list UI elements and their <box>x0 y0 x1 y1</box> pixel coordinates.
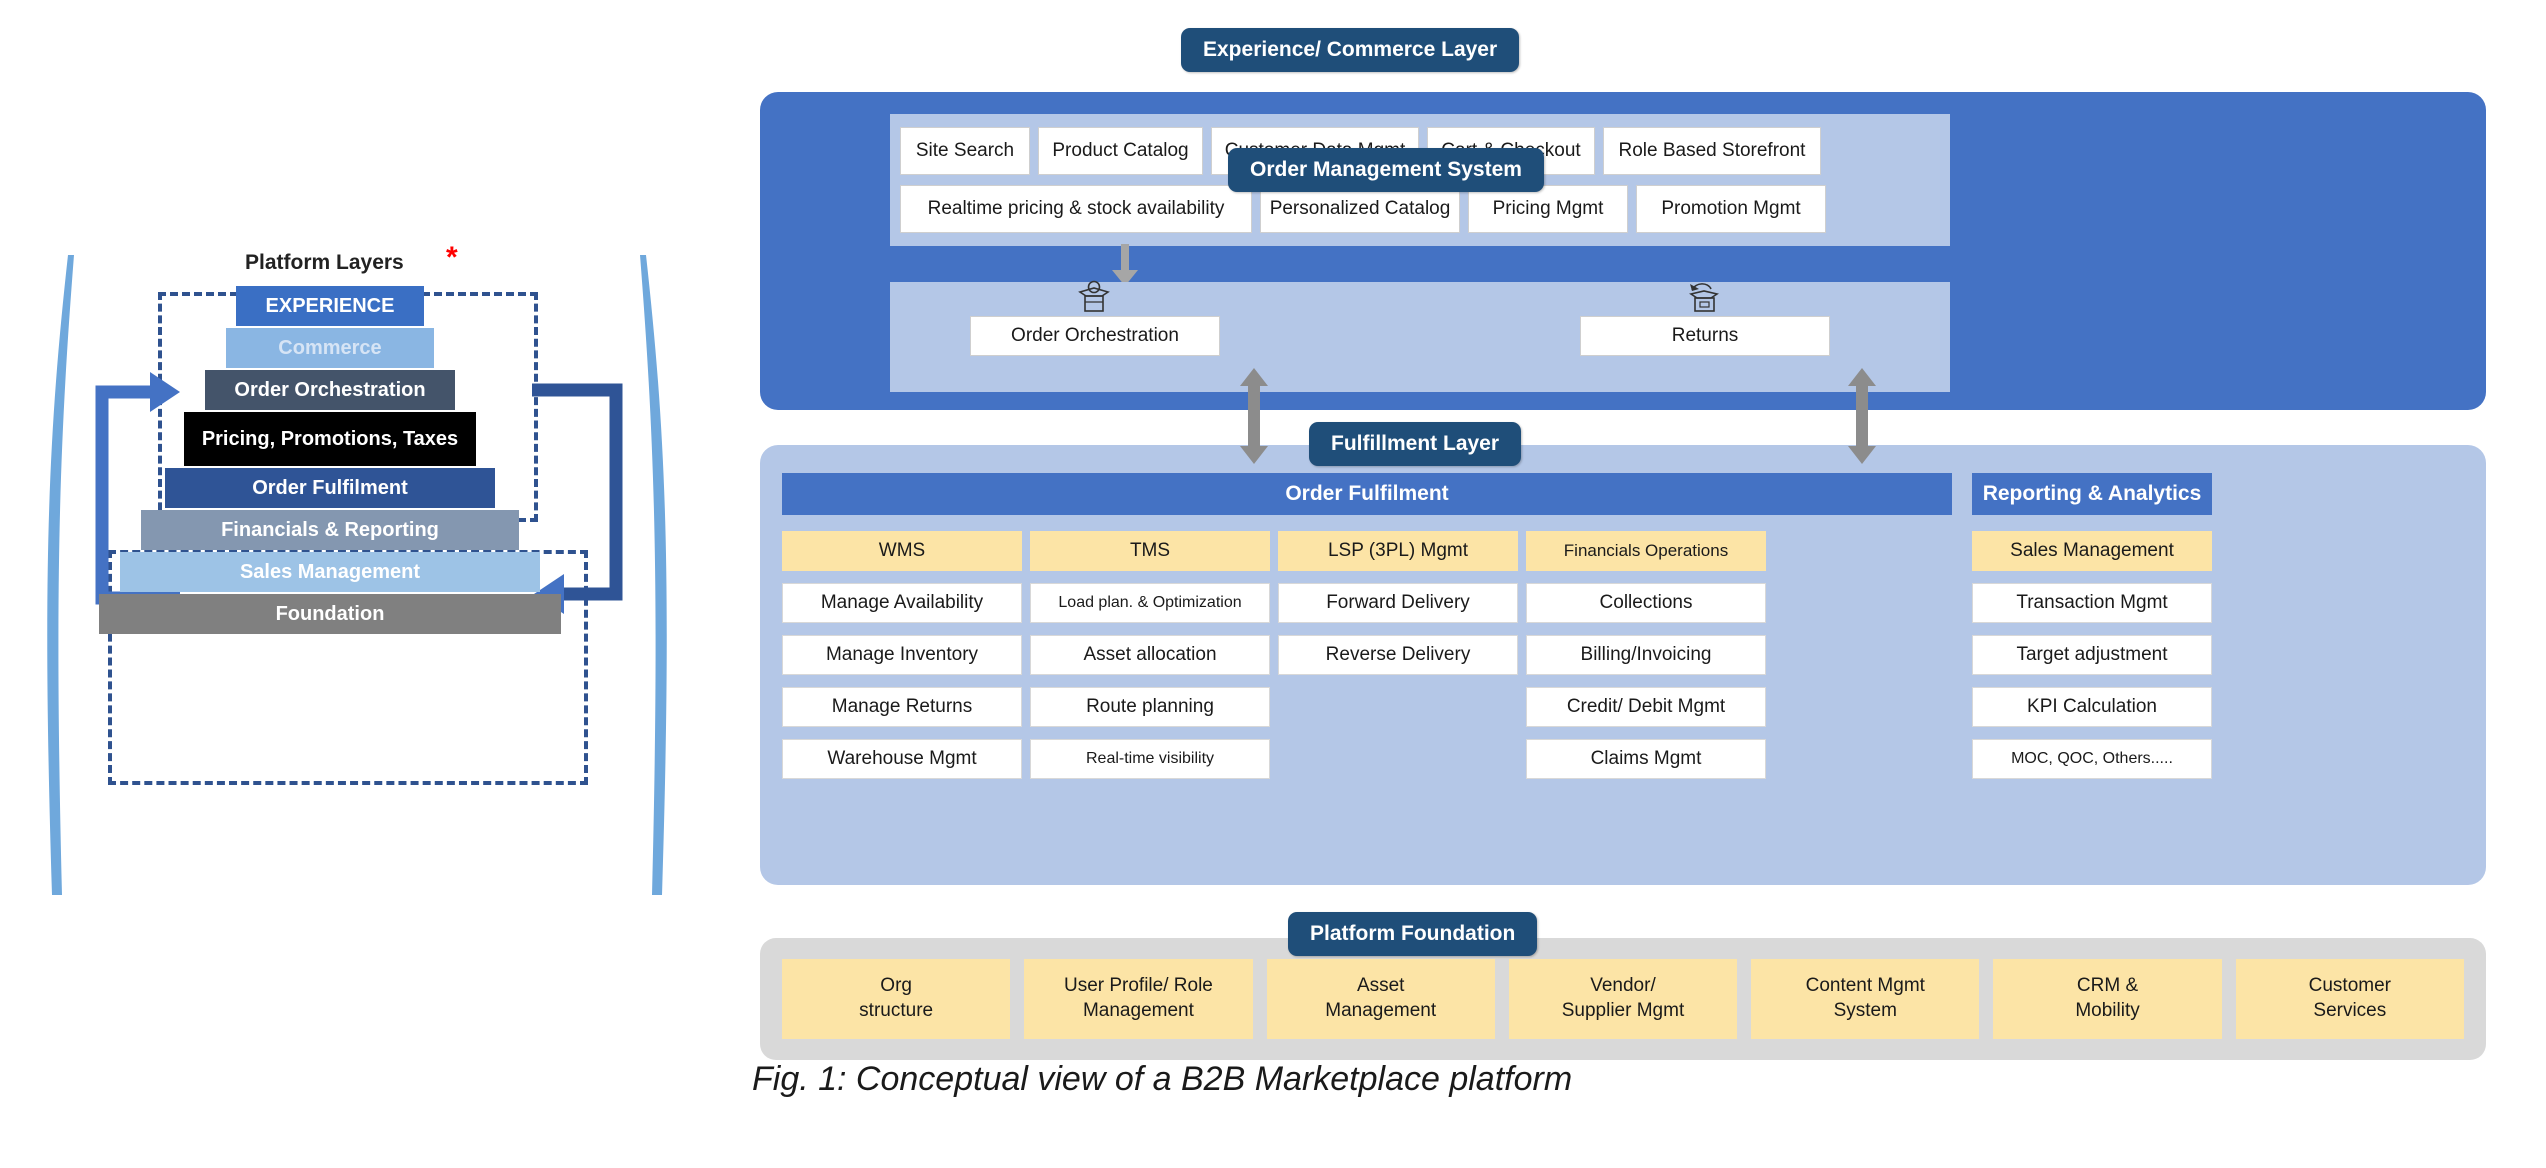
figure-caption: Fig. 1: Conceptual view of a B2B Marketp… <box>752 1060 1573 1098</box>
foundation-tile[interactable]: Vendor/Supplier Mgmt <box>1508 959 1738 1039</box>
reporting-analytics-header: Reporting & Analytics <box>1972 473 2212 515</box>
pyramid-layer-6[interactable]: Sales Management <box>120 552 540 592</box>
capability-chip[interactable]: Role Based Storefront <box>1603 127 1821 175</box>
platform-layers-panel: Platform Layers * EXPERIENCE Commerce Orde… <box>0 0 700 1168</box>
fulfillment-item[interactable]: KPI Calculation <box>1972 687 2212 727</box>
platform-foundation-pill: Platform Foundation <box>1288 912 1538 956</box>
page-title: Platform Layers <box>245 251 404 274</box>
foundation-tile-line1: Asset <box>1356 975 1405 997</box>
experience-commerce-container: Site SearchProduct CatalogCustomer Data … <box>760 92 2486 410</box>
fulfillment-item[interactable]: MOC, QOC, Others..... <box>1972 739 2212 779</box>
fulfillment-item[interactable]: Real-time visibility <box>1030 739 1270 779</box>
pyramid-layer-2[interactable]: Order Orchestration <box>205 370 455 410</box>
capability-chip[interactable]: Personalized Catalog <box>1260 185 1460 233</box>
fulfillment-item[interactable]: Transaction Mgmt <box>1972 583 2212 623</box>
fulfillment-item[interactable]: Reverse Delivery <box>1278 635 1518 675</box>
foundation-tile[interactable]: Org structure <box>782 959 1011 1039</box>
foundation-tile-line2: structure <box>859 1000 934 1021</box>
fulfillment-item[interactable]: Route planning <box>1030 687 1270 727</box>
pyramid-layer-4[interactable]: Order Fulfilment <box>165 468 495 508</box>
open-box-icon <box>1072 280 1116 314</box>
foundation-tile-line2: Management <box>1325 1000 1437 1021</box>
foundation-tile-line1: Content Mgmt <box>1805 975 1925 997</box>
order-management-system-pill: Order Management System <box>1228 148 1544 192</box>
fulfillment-item[interactable]: Manage Returns <box>782 687 1022 727</box>
capability-chip[interactable]: Site Search <box>900 127 1030 175</box>
fulfillment-column-tms: TMS Load plan. & Optimization Asset alloca… <box>1030 531 1270 791</box>
foundation-tile-line1: User Profile/ Role <box>1063 975 1213 997</box>
architecture-panel: Experience/ Commerce Layer Site Search Pr… <box>700 0 2546 1168</box>
fulfillment-item[interactable]: Forward Delivery <box>1278 583 1518 623</box>
fulfillment-column-header: WMS <box>782 531 1022 571</box>
experience-row-2: Realtime pricing & stock availability Per… <box>890 185 1950 233</box>
fulfillment-column-wms: WMS Manage Availability Manage Inventory Ma… <box>782 531 1022 791</box>
returns-box[interactable]: Returns <box>1580 316 1830 356</box>
fulfillment-item[interactable]: Target adjustment <box>1972 635 2212 675</box>
foundation-tile-line1: Vendor/ <box>1590 975 1656 997</box>
fulfillment-column-sales: Sales Management Transaction Mgmt Target a… <box>1972 531 2212 791</box>
bidirectional-arrow-left-icon <box>1240 368 1268 464</box>
capability-chip[interactable]: Promotion Mgmt <box>1636 185 1826 233</box>
fulfillment-item[interactable]: Billing/Invoicing <box>1526 635 1766 675</box>
order-fulfilment-header: Order Fulfilment <box>782 473 1952 515</box>
order-orchestration-box[interactable]: Order Orchestration <box>970 316 1220 356</box>
foundation-tile[interactable]: Asset Management <box>1266 959 1495 1039</box>
foundation-tile[interactable]: CRM & Mobility <box>1993 959 2222 1039</box>
asterisk-marker: * <box>446 241 458 274</box>
foundation-tile-line2: Mobility <box>2075 1000 2140 1021</box>
pyramid-layer-7[interactable]: Foundation <box>99 594 561 634</box>
capability-chip[interactable]: Product Catalog <box>1038 127 1203 175</box>
fulfillment-item[interactable]: Manage Availability <box>782 583 1022 623</box>
foundation-tile-line2: System <box>1833 1000 1897 1021</box>
fulfillment-layer-pill: Fulfillment Layer <box>1309 422 1522 466</box>
foundation-tile-line1: Customer <box>2308 975 2391 997</box>
foundation-tile-line2: Services <box>2313 1000 2387 1021</box>
fulfillment-item[interactable]: Claims Mgmt <box>1526 739 1766 779</box>
fulfillment-item[interactable]: Asset allocation <box>1030 635 1270 675</box>
bidirectional-arrow-right-icon <box>1848 368 1876 464</box>
fulfillment-container: Order Fulfilment Reporting & Analytics W… <box>760 445 2486 885</box>
foundation-tile[interactable]: Customer Services <box>2235 959 2464 1039</box>
pyramid-layer-1[interactable]: Commerce <box>226 328 434 368</box>
fulfillment-item[interactable]: Manage Inventory <box>782 635 1022 675</box>
fulfillment-column-header: LSP (3PL) Mgmt <box>1278 531 1518 571</box>
fulfillment-column-financials: Financials Operations Collections Billing/… <box>1526 531 1766 791</box>
order-management-inner-panel: Order Orchestration Returns <box>890 280 1950 392</box>
capability-chip[interactable]: Realtime pricing & stock availability <box>900 185 1252 233</box>
fulfillment-column-header: Sales Management <box>1972 531 2212 571</box>
pyramid-layer-3[interactable]: Pricing, Promotions, Taxes <box>184 412 476 466</box>
foundation-tile[interactable]: User Profile/ Role Management <box>1024 959 1253 1039</box>
fulfillment-item[interactable]: Collections <box>1526 583 1766 623</box>
foundation-tile-line1: CRM & <box>2076 975 2139 997</box>
fulfillment-column-lsp: LSP (3PL) Mgmt Forward Delivery Reverse De… <box>1278 531 1518 687</box>
foundation-tile-line1: Org <box>880 975 912 997</box>
fulfillment-item[interactable]: Credit/ Debit Mgmt <box>1526 687 1766 727</box>
foundation-tile-line2: Management <box>1082 1000 1194 1021</box>
fulfillment-column-header: TMS <box>1030 531 1270 571</box>
experience-commerce-layer-pill: Experience/ Commerce Layer <box>1181 28 1520 72</box>
fulfillment-item[interactable]: Load plan. & Optimization <box>1030 583 1270 623</box>
fulfillment-item[interactable]: Warehouse Mgmt <box>782 739 1022 779</box>
pyramid-layer-0[interactable]: EXPERIENCE <box>236 286 424 326</box>
foundation-tile-line2: Supplier Mgmt <box>1561 1000 1685 1021</box>
pyramid-layer-5[interactable]: Financials & Reporting <box>141 510 519 550</box>
capability-chip[interactable]: Pricing Mgmt <box>1468 185 1628 233</box>
fulfillment-column-header: Financials Operations <box>1526 531 1766 571</box>
return-box-icon <box>1682 280 1726 314</box>
platform-foundation-container: Org structure User Profile/ Role Management… <box>760 938 2486 1060</box>
foundation-tile[interactable]: Content Mgmt System <box>1751 959 1980 1039</box>
